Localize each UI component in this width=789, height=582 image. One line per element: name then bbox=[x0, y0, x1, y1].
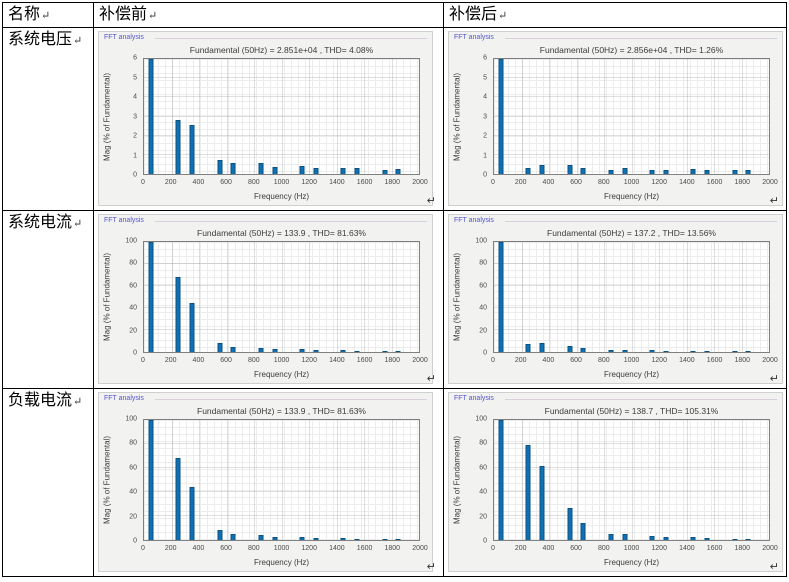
y-tick-labels: 020406080100 bbox=[99, 241, 140, 353]
panel-rule bbox=[155, 221, 427, 222]
x-tick-labels: 0200400600800100012001400160018002000 bbox=[143, 543, 420, 553]
fft-analysis-panel[interactable]: FFT analysis Fundamental (50Hz) = 138.7 … bbox=[448, 392, 783, 572]
chart-title: Fundamental (50Hz) = 2.851e+04 , THD= 4.… bbox=[139, 45, 424, 55]
paragraph-mark: ↵ bbox=[427, 560, 436, 573]
panel-rule bbox=[505, 38, 777, 39]
x-axis-label: Frequency (Hz) bbox=[143, 370, 420, 379]
header-before-label: 补偿前 bbox=[99, 6, 147, 23]
panel-title: FFT analysis bbox=[454, 217, 494, 224]
header-cell-after[interactable]: 补偿后↵ bbox=[444, 3, 786, 28]
fft-analysis-panel[interactable]: FFT analysis Fundamental (50Hz) = 2.851e… bbox=[98, 31, 433, 206]
chart-title: Fundamental (50Hz) = 133.9 , THD= 81.63% bbox=[139, 228, 424, 238]
header-after-label: 补偿后 bbox=[449, 6, 497, 23]
comparison-table: 名称↵ 补偿前↵ 补偿后↵ 系统电压↵ FFT analysis Fundame… bbox=[2, 2, 787, 577]
paragraph-mark: ↵ bbox=[41, 10, 50, 22]
y-tick-labels: 020406080100 bbox=[449, 419, 490, 541]
row-label-system-current[interactable]: 系统电流↵ bbox=[3, 211, 94, 389]
fft-analysis-panel[interactable]: FFT analysis Fundamental (50Hz) = 2.856e… bbox=[448, 31, 783, 206]
paragraph-mark: ↵ bbox=[498, 10, 507, 22]
y-tick-labels: 020406080100 bbox=[99, 419, 140, 541]
cell-syscurrent-after: FFT analysis Fundamental (50Hz) = 137.2 … bbox=[444, 211, 786, 389]
panel-rule bbox=[505, 399, 777, 400]
chart-title: Fundamental (50Hz) = 137.2 , THD= 13.56% bbox=[489, 228, 774, 238]
y-tick-labels: 020406080100 bbox=[449, 241, 490, 353]
paragraph-mark: ↵ bbox=[427, 372, 436, 385]
x-axis-label: Frequency (Hz) bbox=[493, 192, 770, 201]
panel-title: FFT analysis bbox=[104, 34, 144, 41]
chart-title: Fundamental (50Hz) = 138.7 , THD= 105.31… bbox=[489, 406, 774, 416]
row-label-text: 系统电压 bbox=[8, 31, 72, 48]
paragraph-mark: ↵ bbox=[73, 35, 82, 47]
row-label-load-current[interactable]: 负载电流↵ bbox=[3, 389, 94, 576]
paragraph-mark: ↵ bbox=[770, 372, 779, 385]
header-cell-before[interactable]: 补偿前↵ bbox=[94, 3, 444, 28]
panel-rule bbox=[155, 399, 427, 400]
fft-chart: Fundamental (50Hz) = 2.851e+04 , THD= 4.… bbox=[99, 42, 432, 205]
cell-voltage-after: FFT analysis Fundamental (50Hz) = 2.856e… bbox=[444, 28, 786, 211]
chart-title: Fundamental (50Hz) = 133.9 , THD= 81.63% bbox=[139, 406, 424, 416]
plot-area bbox=[143, 419, 420, 541]
fft-chart: Fundamental (50Hz) = 138.7 , THD= 105.31… bbox=[449, 403, 782, 571]
y-tick-labels: 0123456 bbox=[449, 58, 490, 175]
x-tick-labels: 0200400600800100012001400160018002000 bbox=[143, 177, 420, 187]
row-label-text: 系统电流 bbox=[8, 214, 72, 231]
fft-chart: Fundamental (50Hz) = 2.856e+04 , THD= 1.… bbox=[449, 42, 782, 205]
cell-loadcurrent-before: FFT analysis Fundamental (50Hz) = 133.9 … bbox=[94, 389, 444, 576]
panel-title: FFT analysis bbox=[454, 395, 494, 402]
x-axis-label: Frequency (Hz) bbox=[493, 370, 770, 379]
panel-title: FFT analysis bbox=[104, 395, 144, 402]
panel-rule bbox=[505, 221, 777, 222]
fft-analysis-panel[interactable]: FFT analysis Fundamental (50Hz) = 133.9 … bbox=[98, 392, 433, 572]
fft-analysis-panel[interactable]: FFT analysis Fundamental (50Hz) = 137.2 … bbox=[448, 214, 783, 384]
panel-title: FFT analysis bbox=[104, 217, 144, 224]
paragraph-mark: ↵ bbox=[770, 194, 779, 207]
cell-voltage-before: FFT analysis Fundamental (50Hz) = 2.851e… bbox=[94, 28, 444, 211]
paragraph-mark: ↵ bbox=[427, 194, 436, 207]
x-axis-label: Frequency (Hz) bbox=[143, 558, 420, 567]
paragraph-mark: ↵ bbox=[770, 560, 779, 573]
fft-chart: Fundamental (50Hz) = 133.9 , THD= 81.63%… bbox=[99, 225, 432, 383]
plot-area bbox=[143, 241, 420, 353]
x-axis-label: Frequency (Hz) bbox=[493, 558, 770, 567]
paragraph-mark: ↵ bbox=[148, 10, 157, 22]
paragraph-mark: ↵ bbox=[73, 396, 82, 408]
plot-area bbox=[493, 58, 770, 175]
plot-area bbox=[143, 58, 420, 175]
x-tick-labels: 0200400600800100012001400160018002000 bbox=[493, 355, 770, 365]
chart-title: Fundamental (50Hz) = 2.856e+04 , THD= 1.… bbox=[489, 45, 774, 55]
x-tick-labels: 0200400600800100012001400160018002000 bbox=[493, 177, 770, 187]
fft-analysis-panel[interactable]: FFT analysis Fundamental (50Hz) = 133.9 … bbox=[98, 214, 433, 384]
fft-chart: Fundamental (50Hz) = 137.2 , THD= 13.56%… bbox=[449, 225, 782, 383]
paragraph-mark: ↵ bbox=[73, 218, 82, 230]
panel-rule bbox=[155, 38, 427, 39]
y-tick-labels: 0123456 bbox=[99, 58, 140, 175]
row-label-text: 负载电流 bbox=[8, 392, 72, 409]
cell-syscurrent-before: FFT analysis Fundamental (50Hz) = 133.9 … bbox=[94, 211, 444, 389]
cell-loadcurrent-after: FFT analysis Fundamental (50Hz) = 138.7 … bbox=[444, 389, 786, 576]
plot-area bbox=[493, 419, 770, 541]
x-axis-label: Frequency (Hz) bbox=[143, 192, 420, 201]
plot-area bbox=[493, 241, 770, 353]
header-cell-name[interactable]: 名称↵ bbox=[3, 3, 94, 28]
x-tick-labels: 0200400600800100012001400160018002000 bbox=[493, 543, 770, 553]
panel-title: FFT analysis bbox=[454, 34, 494, 41]
fft-chart: Fundamental (50Hz) = 133.9 , THD= 81.63%… bbox=[99, 403, 432, 571]
header-name-label: 名称 bbox=[8, 6, 40, 23]
x-tick-labels: 0200400600800100012001400160018002000 bbox=[143, 355, 420, 365]
row-label-system-voltage[interactable]: 系统电压↵ bbox=[3, 28, 94, 211]
